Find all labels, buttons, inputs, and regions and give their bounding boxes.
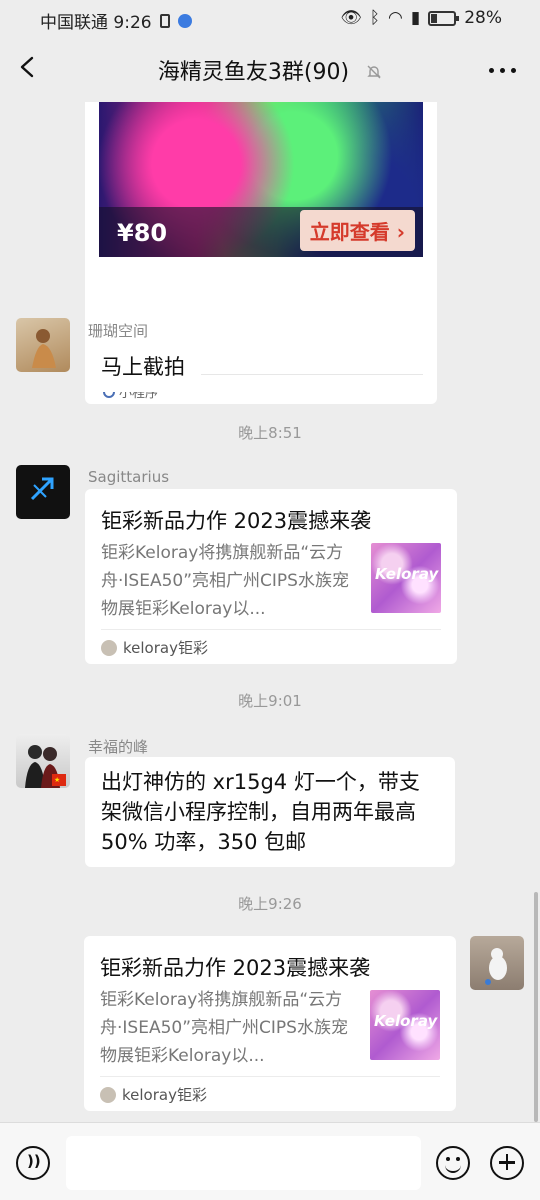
- wifi-icon: ◠: [388, 8, 403, 28]
- app-notification-icon: [177, 13, 192, 28]
- link-thumbnail: Keloray: [371, 543, 441, 613]
- chat-title: 海精灵鱼友3群(90): [157, 60, 350, 85]
- message-input[interactable]: [66, 1136, 421, 1190]
- view-now-button[interactable]: 立即查看 ›: [299, 210, 415, 251]
- chat-messages: ¥80 立即查看 › 小程序 珊瑚空间 马上截拍 晚上8:51 Sagittar…: [0, 102, 540, 1122]
- status-bar: 中国联通 9:26 👁 ᛒ ◠ ▮ 28%: [0, 0, 540, 36]
- link-title: 钜彩新品力作 2023震撼来袭: [101, 509, 372, 533]
- signal-icon: ▮: [410, 8, 421, 28]
- message-bubble[interactable]: 马上截拍: [85, 342, 201, 392]
- timestamp: 晚上9:26: [238, 895, 302, 913]
- coral-image: ¥80 立即查看 ›: [99, 102, 423, 257]
- my-avatar[interactable]: [470, 936, 524, 990]
- battery-icon: [428, 10, 460, 26]
- divider: [101, 629, 441, 630]
- battery-saver-icon: [159, 13, 170, 28]
- link-thumbnail: Keloray: [370, 990, 440, 1060]
- timestamp: 晚上8:51: [238, 424, 302, 442]
- divider: [100, 1076, 440, 1077]
- eye-icon: 👁: [340, 8, 362, 28]
- avatar[interactable]: [16, 465, 70, 519]
- voice-icon[interactable]: [16, 1146, 50, 1180]
- sender-name: 幸福的峰: [88, 738, 149, 756]
- message-bubble[interactable]: 出灯神仿的 xr15g4 灯一个，带支架微信小程序控制，自用两年最高50% 功率…: [85, 757, 455, 867]
- battery-percent: 28%: [464, 8, 502, 28]
- link-card[interactable]: 钜彩新品力作 2023震撼来袭 钜彩Keloray将携旗舰新品“云方舟·ISEA…: [85, 489, 457, 664]
- link-title: 钜彩新品力作 2023震撼来袭: [100, 956, 371, 980]
- link-source: keloray钜彩: [122, 1086, 207, 1104]
- chat-header: 海精灵鱼友3群(90): [0, 36, 540, 102]
- source-icon: [100, 1086, 116, 1103]
- sender-name: Sagittarius: [88, 468, 170, 486]
- scrollbar[interactable]: [534, 892, 538, 1122]
- link-description: 钜彩Keloray将携旗舰新品“云方舟·ISEA50”亮相广州CIPS水族宠物展…: [100, 990, 348, 1066]
- price-label: ¥80: [117, 219, 168, 247]
- source-icon: [101, 639, 117, 656]
- mute-bell-icon: [367, 65, 381, 79]
- link-description: 钜彩Keloray将携旗舰新品“云方舟·ISEA50”亮相广州CIPS水族宠物展…: [101, 543, 349, 619]
- avatar[interactable]: [16, 318, 70, 372]
- avatar[interactable]: ★: [16, 734, 70, 788]
- input-bar: [0, 1122, 540, 1200]
- bluetooth-icon: ᛒ: [369, 8, 380, 28]
- plus-icon[interactable]: [490, 1146, 524, 1180]
- more-icon[interactable]: [489, 68, 516, 73]
- link-source: keloray钜彩: [123, 639, 208, 657]
- svg-text:★: ★: [54, 776, 60, 784]
- sender-name: 珊瑚空间: [88, 322, 149, 340]
- emoji-icon[interactable]: [436, 1146, 470, 1180]
- carrier-time: 中国联通 9:26: [40, 13, 152, 33]
- timestamp: 晚上9:01: [238, 692, 302, 710]
- link-card[interactable]: 钜彩新品力作 2023震撼来袭 钜彩Keloray将携旗舰新品“云方舟·ISEA…: [84, 936, 456, 1111]
